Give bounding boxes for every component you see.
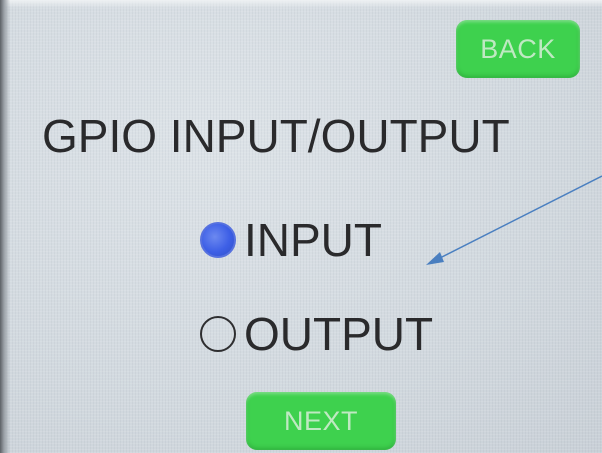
touchscreen-display: BACK GPIO INPUT/OUTPUT INPUT OUTPUT NEXT bbox=[0, 0, 602, 453]
back-button[interactable]: BACK bbox=[456, 20, 580, 78]
radio-option-output-label: OUTPUT bbox=[244, 308, 434, 360]
radio-option-output[interactable]: OUTPUT bbox=[200, 306, 433, 362]
radio-selected-icon[interactable] bbox=[200, 222, 236, 258]
screen-bezel-top bbox=[0, 0, 602, 8]
next-button[interactable]: NEXT bbox=[246, 392, 396, 450]
radio-unselected-icon[interactable] bbox=[200, 316, 236, 352]
screen-bezel-left bbox=[0, 0, 10, 453]
radio-option-input-label: INPUT bbox=[244, 214, 382, 266]
page-title: GPIO INPUT/OUTPUT bbox=[42, 110, 510, 162]
radio-option-input[interactable]: INPUT bbox=[200, 212, 382, 268]
